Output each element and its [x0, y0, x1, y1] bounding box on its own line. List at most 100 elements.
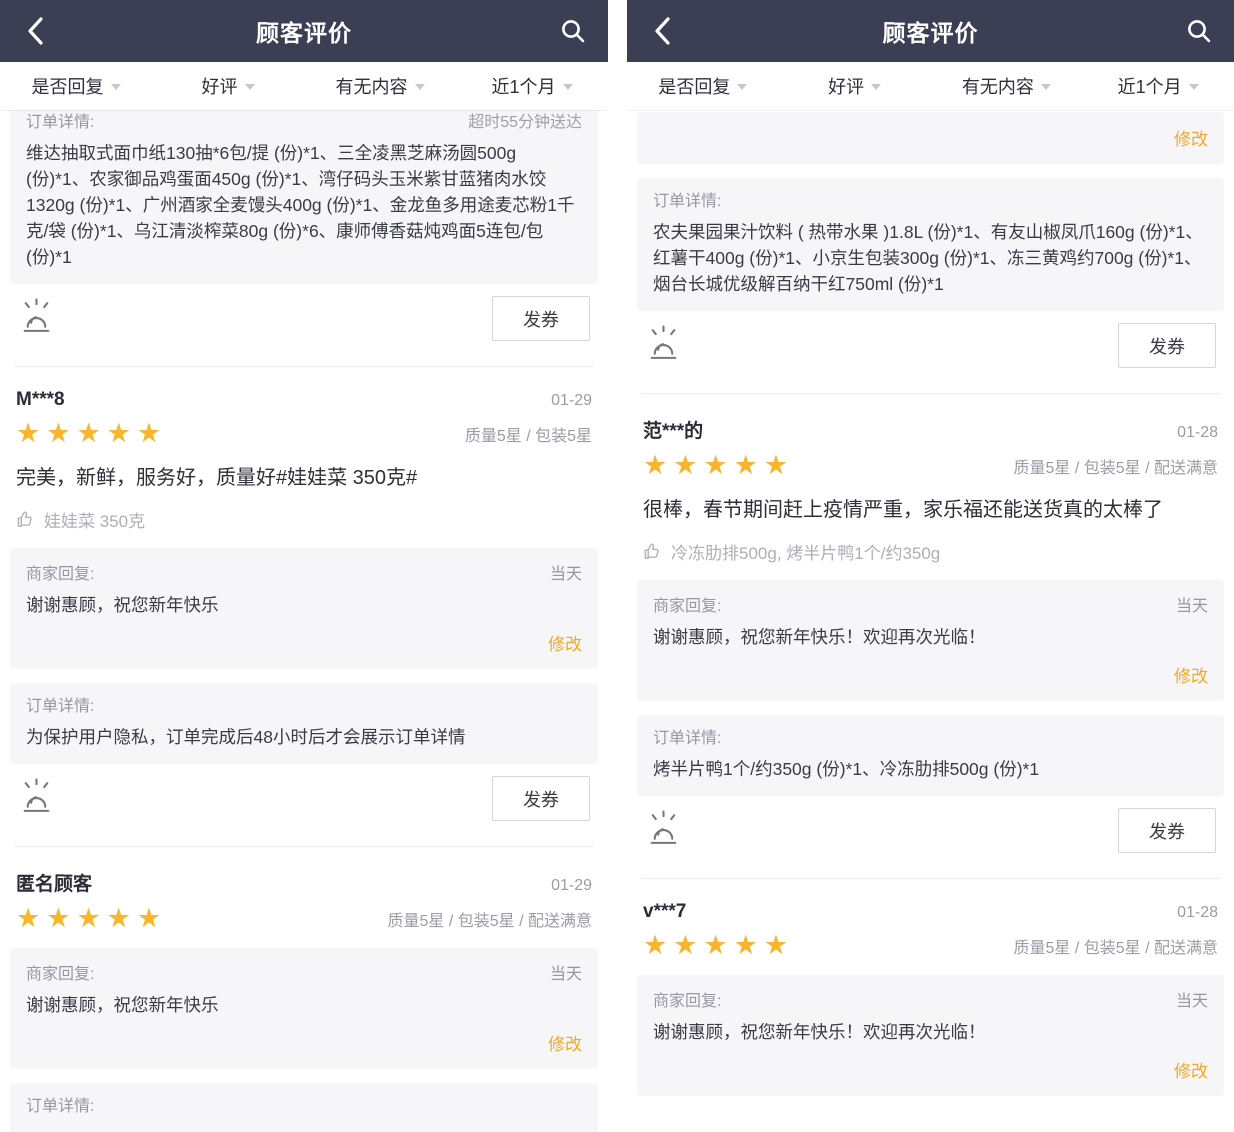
- panel-left: 顾客评价 是否回复 好评 有无内容 近1个月 订单详情: 超时55分钟送达 维达…: [0, 0, 608, 1132]
- filter-reply-status[interactable]: 是否回复: [0, 73, 152, 99]
- chevron-down-icon: [871, 84, 881, 90]
- review-card: v***7 01-28 ★★★★★ 质量5星 / 包装5星 / 配送满意 商家回…: [637, 879, 1224, 1096]
- review-text: 完美，新鲜，服务好，质量好#娃娃菜 350克#: [10, 463, 598, 493]
- review-date: 01-28: [1177, 904, 1218, 922]
- star-icon: ★: [76, 903, 106, 933]
- panel-right: 顾客评价 是否回复 好评 有无内容 近1个月 修改 订单详情: 农夫果园果汁饮料…: [627, 0, 1234, 1132]
- reply-time: 当天: [1176, 987, 1208, 1011]
- card-actions-row: 发券: [637, 796, 1224, 858]
- siren-icon[interactable]: [645, 808, 682, 853]
- filter-rating-type[interactable]: 好评: [152, 73, 304, 99]
- search-icon: [1186, 18, 1212, 44]
- search-button[interactable]: [1184, 18, 1214, 44]
- siren-icon[interactable]: [645, 323, 682, 368]
- filter-date-range[interactable]: 近1个月: [456, 73, 608, 99]
- siren-icon[interactable]: [18, 776, 55, 821]
- star-icon: ★: [137, 418, 167, 448]
- chevron-down-icon: [415, 84, 425, 90]
- issue-coupon-button[interactable]: 发券: [492, 776, 590, 821]
- review-date: 01-28: [1177, 424, 1218, 442]
- card-actions-row: 发券: [10, 284, 598, 346]
- star-rating: ★★★★★: [643, 932, 794, 959]
- order-items-text: 为保护用户隐私，订单完成后48小时后才会展示订单详情: [26, 724, 582, 750]
- filter-label: 近1个月: [1118, 73, 1182, 99]
- filter-has-content[interactable]: 有无内容: [931, 73, 1083, 99]
- order-details-label: 订单详情:: [653, 727, 1208, 751]
- chevron-down-icon: [1041, 84, 1051, 90]
- star-icon: ★: [643, 930, 673, 960]
- back-button[interactable]: [647, 16, 677, 46]
- merchant-reply-text: 谢谢惠顾，祝您新年快乐: [26, 992, 582, 1018]
- merchant-reply-card: 商家回复: 当天 谢谢惠顾，祝您新年快乐！欢迎再次光临！ 修改: [637, 975, 1224, 1096]
- merchant-reply-text: 谢谢惠顾，祝您新年快乐: [26, 592, 582, 618]
- product-tag: 娃娃菜 350克: [10, 507, 598, 532]
- merchant-reply-label: 商家回复:: [653, 595, 721, 619]
- search-icon: [560, 18, 586, 44]
- chevron-down-icon: [563, 84, 573, 90]
- merchant-reply-label: 商家回复:: [26, 563, 94, 587]
- review-list: 订单详情: 超时55分钟送达 维达抽取式面巾纸130抽*6包/提 (份)*1、三…: [0, 110, 608, 1132]
- edit-reply-link[interactable]: 修改: [1174, 125, 1208, 150]
- search-button[interactable]: [558, 18, 588, 44]
- merchant-reply-label: 商家回复:: [653, 990, 721, 1014]
- star-icon: ★: [734, 930, 764, 960]
- review-username: 范***的: [643, 416, 703, 443]
- review-card: 匿名顾客 01-29 ★★★★★ 质量5星 / 包装5星 / 配送满意 商家回复…: [10, 847, 598, 1132]
- order-items-text: 农夫果园果汁饮料 ( 热带水果 )1.8L (份)*1、有友山椒凤爪160g (…: [653, 219, 1208, 297]
- product-tag-label: 娃娃菜 350克: [44, 507, 145, 532]
- filter-reply-status[interactable]: 是否回复: [627, 73, 779, 99]
- chevron-down-icon: [1189, 84, 1199, 90]
- star-rating: ★★★★★: [16, 420, 167, 447]
- page-title: 顾客评价: [50, 14, 558, 48]
- rating-summary: 质量5星 / 包装5星 / 配送满意: [1014, 934, 1218, 958]
- issue-coupon-button[interactable]: 发券: [1118, 808, 1216, 853]
- star-icon: ★: [46, 418, 76, 448]
- issue-coupon-button[interactable]: 发券: [492, 296, 590, 341]
- app-bar: 顾客评价: [0, 0, 608, 62]
- edit-reply-link[interactable]: 修改: [653, 662, 1208, 687]
- star-icon: ★: [673, 930, 703, 960]
- merchant-reply-text: 谢谢惠顾，祝您新年快乐！欢迎再次光临！: [653, 1019, 1208, 1045]
- back-icon: [652, 16, 672, 46]
- merchant-reply-label: 商家回复:: [26, 963, 94, 987]
- star-icon: ★: [107, 418, 137, 448]
- reply-time: 当天: [1176, 592, 1208, 616]
- star-icon: ★: [137, 903, 167, 933]
- siren-icon[interactable]: [18, 296, 55, 341]
- review-username: M***8: [16, 389, 65, 411]
- back-button[interactable]: [20, 16, 50, 46]
- filter-label: 近1个月: [491, 73, 555, 99]
- review-username: 匿名顾客: [16, 869, 92, 896]
- review-username: v***7: [643, 901, 686, 923]
- reply-time: 当天: [550, 560, 582, 584]
- star-icon: ★: [16, 418, 46, 448]
- star-icon: ★: [46, 903, 76, 933]
- edit-reply-link[interactable]: 修改: [653, 1057, 1208, 1082]
- review-card: M***8 01-29 ★★★★★ 质量5星 / 包装5星 完美，新鲜，服务好，…: [10, 367, 598, 826]
- chevron-down-icon: [737, 84, 747, 90]
- edit-reply-link[interactable]: 修改: [26, 1030, 582, 1055]
- issue-coupon-button[interactable]: 发券: [1118, 323, 1216, 368]
- reply-time: 当天: [550, 960, 582, 984]
- merchant-reply-card: 商家回复: 当天 谢谢惠顾，祝您新年快乐 修改: [10, 548, 598, 669]
- filter-label: 好评: [828, 73, 864, 99]
- review-date: 01-29: [551, 877, 592, 895]
- order-details-label: 订单详情:: [26, 695, 582, 719]
- card-actions-row: 发券: [10, 764, 598, 826]
- order-details-card: 订单详情: 烤半片鸭1个/约350g (份)*1、冷冻肋排500g (份)*1: [637, 715, 1224, 796]
- card-actions-row: 发券: [637, 311, 1224, 373]
- review-list: 修改 订单详情: 农夫果园果汁饮料 ( 热带水果 )1.8L (份)*1、有友山…: [627, 110, 1234, 1132]
- merchant-reply-card: 修改: [637, 112, 1224, 164]
- star-icon: ★: [76, 418, 106, 448]
- filter-bar: 是否回复 好评 有无内容 近1个月: [627, 62, 1234, 110]
- filter-rating-type[interactable]: 好评: [779, 73, 931, 99]
- filter-label: 有无内容: [962, 73, 1034, 99]
- edit-reply-link[interactable]: 修改: [26, 630, 582, 655]
- order-details-card: 订单详情: 农夫果园果汁饮料 ( 热带水果 )1.8L (份)*1、有友山椒凤爪…: [637, 178, 1224, 311]
- merchant-reply-card: 商家回复: 当天 谢谢惠顾，祝您新年快乐！欢迎再次光临！ 修改: [637, 580, 1224, 701]
- filter-label: 好评: [202, 73, 238, 99]
- filter-date-range[interactable]: 近1个月: [1082, 73, 1234, 99]
- filter-has-content[interactable]: 有无内容: [304, 73, 456, 99]
- star-icon: ★: [703, 450, 733, 480]
- order-details-card: 订单详情: 超时55分钟送达 维达抽取式面巾纸130抽*6包/提 (份)*1、三…: [10, 110, 598, 284]
